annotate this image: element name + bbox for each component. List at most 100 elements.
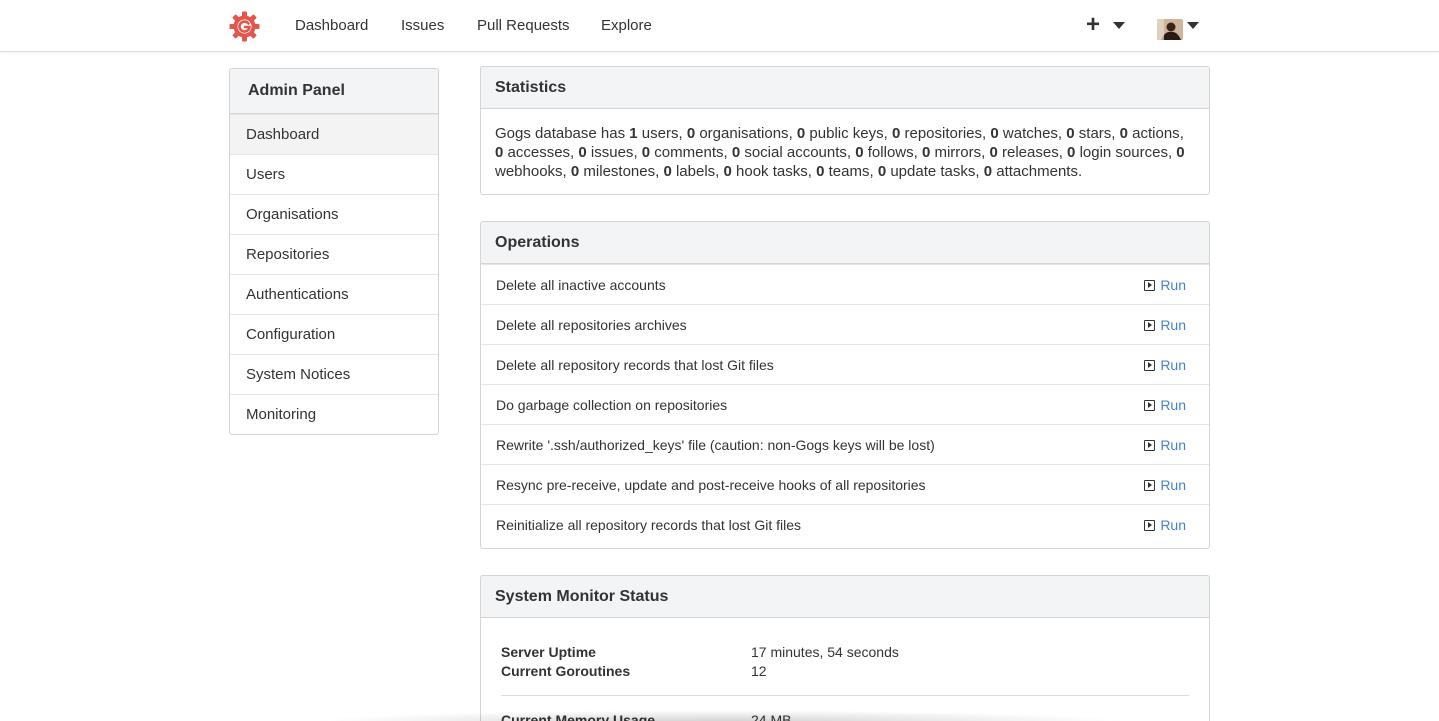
statistic-count: 0 xyxy=(723,163,732,180)
system-monitor-panel: System Monitor Status Server Uptime 17 m… xyxy=(480,575,1210,721)
statistic-label: update tasks xyxy=(890,163,976,180)
run-label: Run xyxy=(1160,357,1186,373)
statistic-count: 0 xyxy=(990,125,999,142)
run-label: Run xyxy=(1160,317,1186,333)
operations-title: Operations xyxy=(481,222,1209,264)
statistic-count: 0 xyxy=(921,144,931,161)
top-nav-bar: Dashboard Issues Pull Requests Explore + xyxy=(0,0,1439,52)
statistic-count: 0 xyxy=(570,163,580,180)
statistic-count: 0 xyxy=(983,163,993,180)
run-button[interactable]: Run xyxy=(1144,477,1186,493)
sidebar-item-system-notices[interactable]: System Notices xyxy=(230,354,438,394)
statistic-label: watches xyxy=(1002,125,1058,142)
sidebar-item-organisations[interactable]: Organisations xyxy=(230,194,438,234)
statistic-label: organisations xyxy=(699,125,789,142)
operation-label: Rewrite '.ssh/authorized_keys' file (cau… xyxy=(496,437,935,453)
statistics-title: Statistics xyxy=(481,67,1209,109)
nav-pull-requests-link[interactable]: Pull Requests xyxy=(477,17,570,34)
sidebar-item-repositories[interactable]: Repositories xyxy=(230,234,438,274)
operation-row: Delete all inactive accounts Run xyxy=(481,264,1209,304)
create-new-dropdown[interactable]: + xyxy=(1085,10,1131,42)
monitor-value: 24 MB xyxy=(751,712,792,721)
run-button[interactable]: Run xyxy=(1144,437,1186,453)
run-button[interactable]: Run xyxy=(1144,317,1186,333)
statistic-label: login sources xyxy=(1079,144,1168,161)
run-label: Run xyxy=(1160,517,1186,533)
operation-label: Delete all repositories archives xyxy=(496,317,687,333)
statistic-count: 0 xyxy=(1067,144,1076,161)
operation-label: Delete all inactive accounts xyxy=(496,277,666,293)
monitor-value: 17 minutes, 54 seconds xyxy=(751,644,899,660)
statistics-prefix: Gogs database has xyxy=(495,125,626,142)
run-button[interactable]: Run xyxy=(1144,357,1186,373)
sidebar-title: Admin Panel xyxy=(230,69,438,114)
caret-down-icon xyxy=(1187,22,1199,29)
sidebar-item-monitoring[interactable]: Monitoring xyxy=(230,394,438,434)
sidebar-item-configuration[interactable]: Configuration xyxy=(230,314,438,354)
statistic-label: users xyxy=(641,125,679,142)
monitor-label: Server Uptime xyxy=(501,644,596,660)
statistic-count: 0 xyxy=(1066,125,1075,142)
operation-row: Resync pre-receive, update and post-rece… xyxy=(481,464,1209,504)
statistic-label: social accounts xyxy=(744,144,847,161)
play-square-icon xyxy=(1144,479,1156,491)
statistic-count: 0 xyxy=(1119,125,1128,142)
statistic-label: releases xyxy=(1002,144,1059,161)
statistic-label: teams xyxy=(828,163,870,180)
user-menu-dropdown[interactable] xyxy=(1156,13,1204,43)
play-square-icon xyxy=(1144,279,1156,291)
statistic-label: webhooks xyxy=(495,163,563,180)
operations-panel: Operations Delete all inactive accounts … xyxy=(480,221,1210,549)
play-square-icon xyxy=(1144,439,1156,451)
nav-issues-link[interactable]: Issues xyxy=(401,17,444,34)
statistic-label: issues xyxy=(590,144,634,161)
gogs-logo-icon[interactable] xyxy=(229,11,260,42)
operation-label: Do garbage collection on repositories xyxy=(496,397,728,413)
statistic-count: 0 xyxy=(731,144,741,161)
statistic-label: follows xyxy=(867,144,914,161)
statistic-label: public keys xyxy=(809,125,884,142)
operation-row: Do garbage collection on repositories Ru… xyxy=(481,384,1209,424)
statistic-label: repositories xyxy=(904,125,983,142)
run-button[interactable]: Run xyxy=(1144,277,1186,293)
statistic-count: 0 xyxy=(816,163,825,180)
statistic-count: 0 xyxy=(663,163,672,180)
operation-row: Reinitialize all repository records that… xyxy=(481,504,1209,544)
run-button[interactable]: Run xyxy=(1144,517,1186,533)
statistic-label: hook tasks xyxy=(736,163,808,180)
operation-row: Delete all repository records that lost … xyxy=(481,344,1209,384)
operation-label: Reinitialize all repository records that… xyxy=(496,517,802,533)
statistic-count: 1 xyxy=(629,125,638,142)
statistic-label: labels xyxy=(675,163,716,180)
statistic-count: 0 xyxy=(877,163,887,180)
run-button[interactable]: Run xyxy=(1144,397,1186,413)
monitor-value: 12 xyxy=(751,663,767,679)
operation-row: Delete all repositories archives Run xyxy=(481,304,1209,344)
sidebar-item-authentications[interactable]: Authentications xyxy=(230,274,438,314)
sidebar-item-dashboard[interactable]: Dashboard xyxy=(230,114,438,154)
statistic-label: milestones xyxy=(583,163,656,180)
nav-dashboard-link[interactable]: Dashboard xyxy=(295,17,368,34)
statistics-text: Gogs database has 1 users, 0 organisatio… xyxy=(481,109,1209,181)
run-label: Run xyxy=(1160,477,1186,493)
statistic-count: 0 xyxy=(989,144,998,161)
run-label: Run xyxy=(1160,277,1186,293)
statistic-label: accesses xyxy=(507,144,571,161)
monitor-label: Current Goroutines xyxy=(501,663,631,679)
statistic-count: 0 xyxy=(641,144,651,161)
statistic-count: 0 xyxy=(855,144,864,161)
operation-label: Delete all repository records that lost … xyxy=(496,357,774,373)
statistic-label: attachments xyxy=(996,163,1078,180)
avatar xyxy=(1157,19,1183,40)
sidebar-item-users[interactable]: Users xyxy=(230,154,438,194)
plus-icon: + xyxy=(1086,11,1101,38)
admin-sidebar: Admin Panel Dashboard Users Organisation… xyxy=(229,68,439,435)
nav-explore-link[interactable]: Explore xyxy=(601,17,652,34)
statistic-count: 0 xyxy=(578,144,587,161)
statistic-count: 0 xyxy=(1176,144,1185,161)
play-square-icon xyxy=(1144,519,1156,531)
play-square-icon xyxy=(1144,399,1156,411)
play-square-icon xyxy=(1144,359,1156,371)
run-label: Run xyxy=(1160,437,1186,453)
statistic-label: comments xyxy=(654,144,724,161)
